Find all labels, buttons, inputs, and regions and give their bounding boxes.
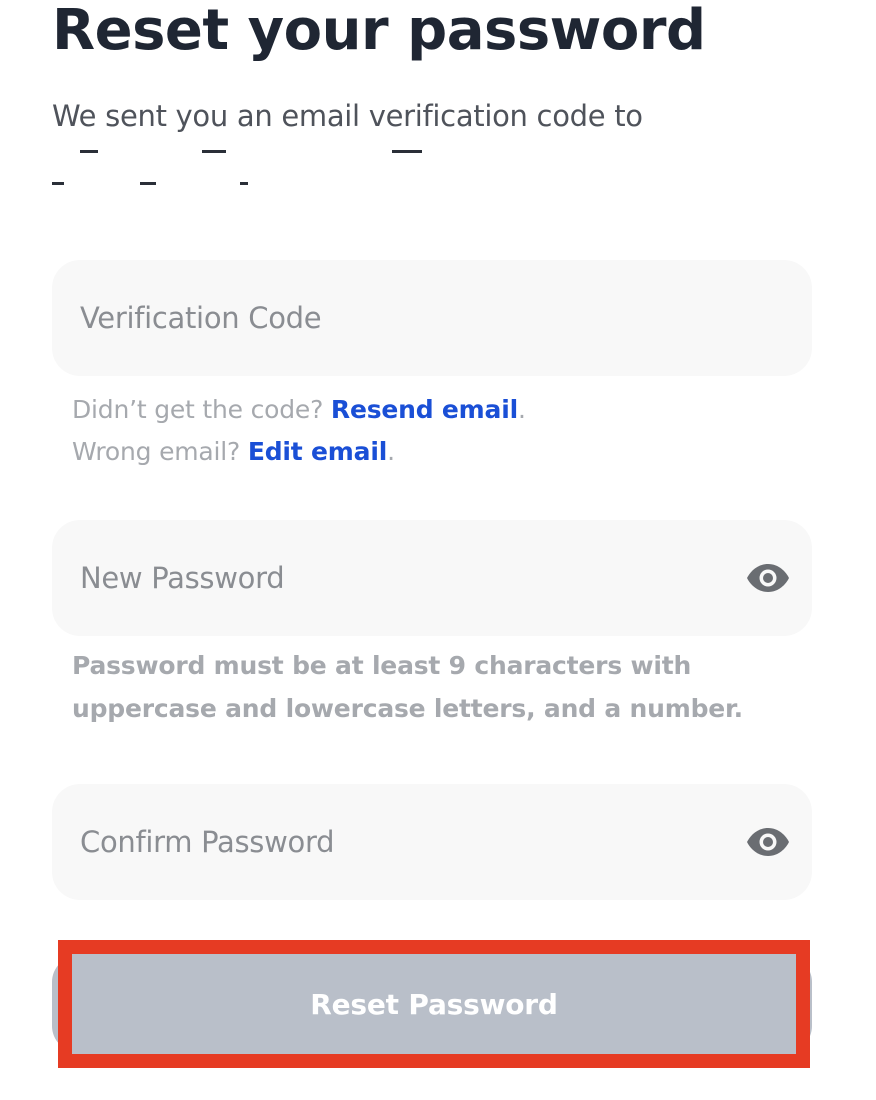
edit-email-line: Wrong email? Edit email.	[72, 431, 395, 473]
edit-email-link[interactable]: Edit email	[248, 437, 387, 466]
resend-email-link[interactable]: Resend email	[331, 395, 518, 424]
page-title: Reset your password	[52, 0, 706, 63]
redacted-email-address	[52, 150, 552, 190]
resend-email-line: Didn’t get the code? Resend email.	[72, 389, 526, 431]
reset-password-button[interactable]: Reset Password	[72, 954, 796, 1054]
reset-password-page: Reset your password We sent you an email…	[0, 0, 876, 1100]
resend-suffix: .	[517, 395, 526, 424]
edit-prompt: Wrong email?	[72, 437, 241, 466]
confirm-password-input[interactable]	[80, 784, 720, 900]
resend-prompt: Didn’t get the code?	[72, 395, 324, 424]
verification-code-input[interactable]	[80, 260, 720, 376]
password-rule-line-2: uppercase and lowercase letters, and a n…	[72, 694, 743, 723]
confirm-password-field[interactable]	[52, 784, 812, 900]
page-subtitle: We sent you an email verification code t…	[52, 99, 643, 133]
eye-icon[interactable]	[746, 560, 790, 596]
verification-code-field[interactable]	[52, 260, 812, 376]
new-password-field[interactable]	[52, 520, 812, 636]
eye-icon[interactable]	[746, 824, 790, 860]
password-requirements: Password must be at least 9 characters w…	[72, 644, 792, 730]
edit-suffix: .	[387, 437, 395, 466]
new-password-input[interactable]	[80, 520, 720, 636]
password-rule-line-1: Password must be at least 9 characters w…	[72, 651, 692, 680]
